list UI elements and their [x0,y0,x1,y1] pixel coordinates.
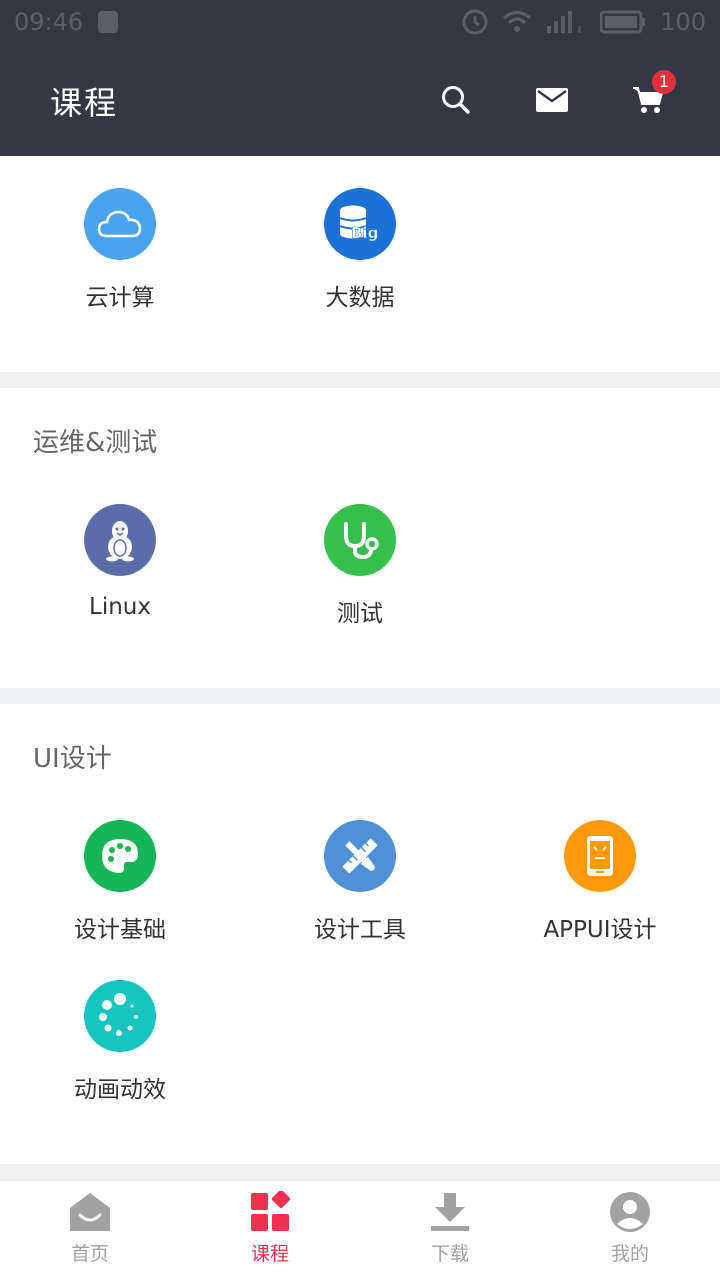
section-ops-testing: 运维&测试 Linux 测试 [0,388,720,688]
course-grid-icon [251,1191,291,1231]
nav-label: 课程 [250,1243,289,1265]
phone-icon [564,820,636,892]
course-label: Linux [89,594,151,620]
status-bar: 09:46 100 [0,0,720,44]
stethoscope-icon [324,504,396,576]
page-title: 课程 [50,84,119,122]
course-item-linux[interactable]: Linux [0,504,240,620]
status-time: 09:46 [14,8,84,36]
alarm-icon [462,9,488,35]
loading-dots-icon [84,980,156,1052]
course-label: 设计工具 [314,917,406,943]
course-item-testing[interactable]: 测试 [240,504,480,628]
big-data-icon: Big [324,188,396,260]
nav-course[interactable]: 课程 [180,1181,360,1280]
course-label: APPUI设计 [543,917,657,943]
course-item-animation[interactable]: 动画动效 [0,980,240,1104]
nav-label: 首页 [70,1243,109,1265]
section-ui-design: UI设计 设计基础 设计工具 APPUI设计 动画动效 [0,704,720,1164]
nav-profile[interactable]: 我的 [540,1181,720,1280]
course-label: 动画动效 [74,1077,166,1103]
bottom-nav: 首页 课程 下载 我的 [0,1180,720,1280]
nav-home[interactable]: 首页 [0,1181,180,1280]
nav-label: 我的 [610,1243,649,1265]
battery-level: 100 [660,8,706,36]
home-icon [70,1193,110,1231]
course-label: 云计算 [85,285,155,311]
profile-icon [610,1192,650,1232]
message-button[interactable] [530,78,574,122]
course-label: 测试 [337,601,383,627]
course-label: 设计基础 [74,917,166,943]
ruler-brush-icon [324,820,396,892]
linux-penguin-icon [84,504,156,576]
course-item-design-tools[interactable]: 设计工具 [240,820,480,944]
course-item-app-ui[interactable]: APPUI设计 [480,820,720,944]
section-title: 运维&测试 [33,428,158,458]
course-item-cloud[interactable]: 云计算 [0,188,240,312]
battery-icon [600,10,646,34]
app-header: 课程 1 [0,44,720,156]
cart-badge: 1 [652,70,676,94]
wifi-icon [502,10,532,34]
nav-label: 下载 [430,1243,469,1265]
section-cloud-bigdata: 云计算 Big 大数据 [0,156,720,372]
nav-download[interactable]: 下载 [360,1181,540,1280]
mail-icon [536,88,568,112]
search-icon [442,86,470,114]
signal-icon [546,10,586,34]
search-button[interactable] [434,78,478,122]
svg-text:Big: Big [351,224,378,242]
course-item-bigdata[interactable]: Big 大数据 [240,188,480,312]
download-icon [431,1193,469,1231]
palette-icon [84,820,156,892]
cloud-icon [84,188,156,260]
course-item-design-basics[interactable]: 设计基础 [0,820,240,944]
notification-icon [97,10,119,34]
course-label: 大数据 [325,285,395,311]
section-title: UI设计 [33,744,112,774]
